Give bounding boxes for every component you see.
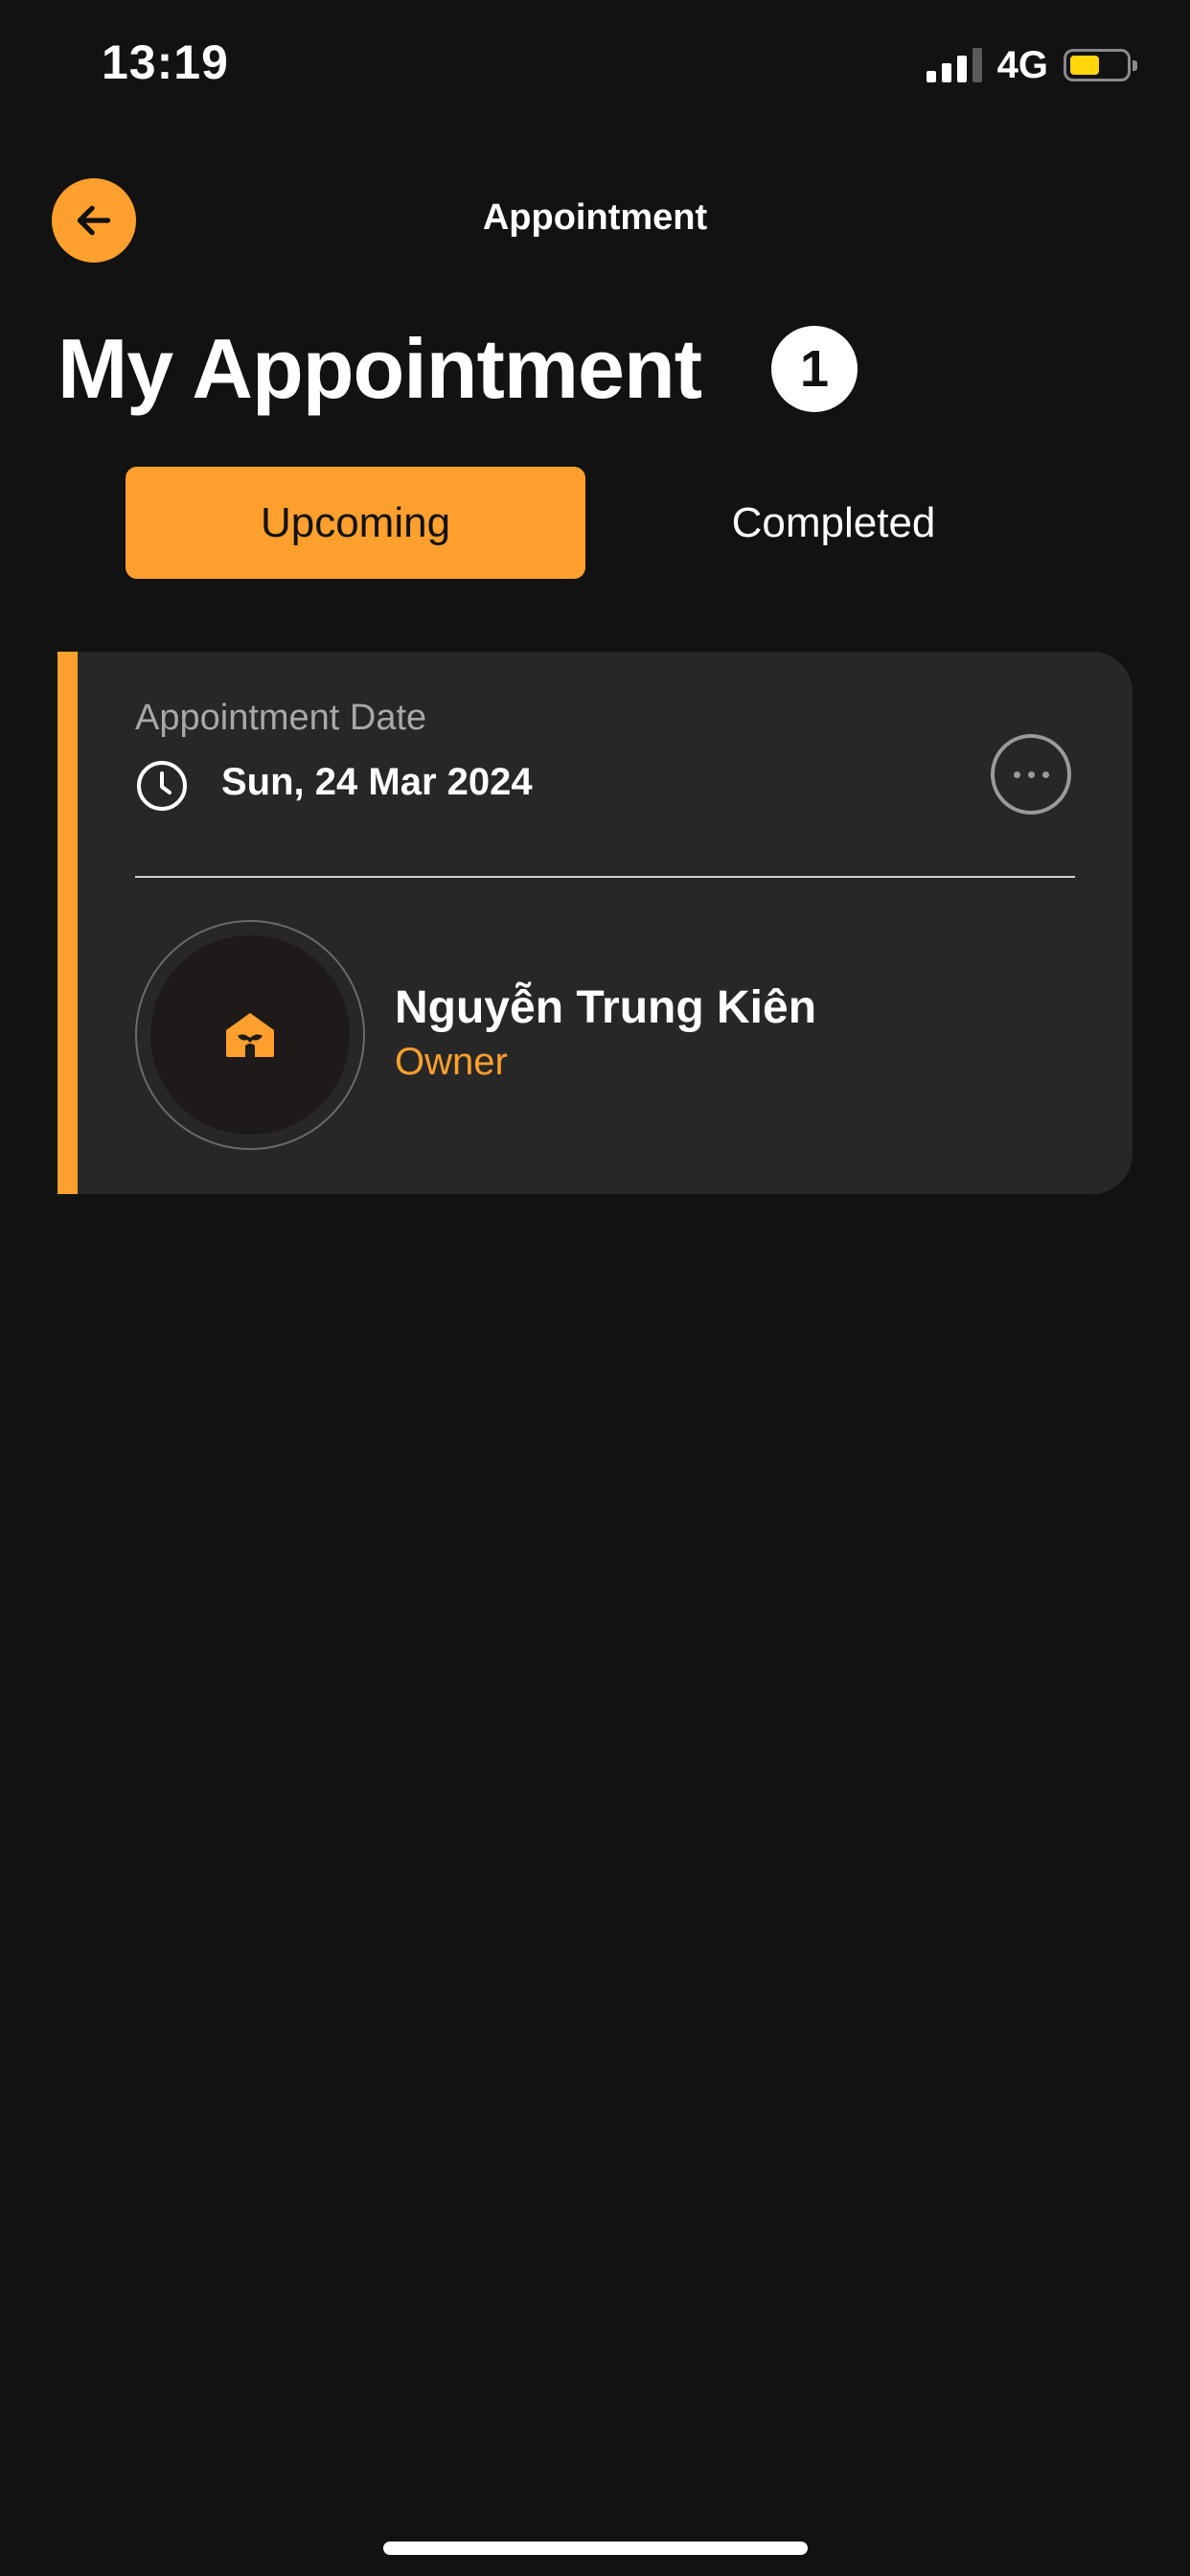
network-label: 4G (996, 43, 1048, 86)
person-name: Nguyễn Trung Kiên (395, 982, 817, 1033)
home-indicator[interactable] (383, 2542, 808, 2555)
clock-icon (137, 761, 187, 811)
tab-upcoming[interactable]: Upcoming (126, 467, 585, 579)
page-title: My Appointment (57, 321, 702, 416)
appointment-count-badge: 1 (771, 326, 858, 412)
shop-logo-icon (226, 1013, 274, 1057)
avatar (135, 920, 365, 1150)
battery-icon (1064, 49, 1137, 81)
header-title: Appointment (482, 197, 708, 238)
appointment-date-value: Sun, 24 Mar 2024 (221, 761, 533, 803)
more-horizontal-icon (1013, 770, 1020, 778)
more-options-button[interactable] (991, 734, 1071, 815)
tab-completed[interactable]: Completed (623, 467, 1044, 579)
appointment-screen: 13:19 4G Appointment My Appointment 1 Up… (0, 0, 1190, 2576)
card-accent-bar (57, 652, 78, 1194)
card-divider (135, 876, 1075, 878)
appointment-date-label: Appointment Date (135, 698, 427, 738)
appointment-card[interactable]: Appointment Date Sun, 24 Mar 2024 Nguyễn… (57, 652, 1133, 1194)
person-role: Owner (395, 1041, 508, 1083)
signal-icon (926, 48, 982, 82)
status-time: 13:19 (102, 35, 229, 89)
status-indicators: 4G (926, 42, 1137, 88)
